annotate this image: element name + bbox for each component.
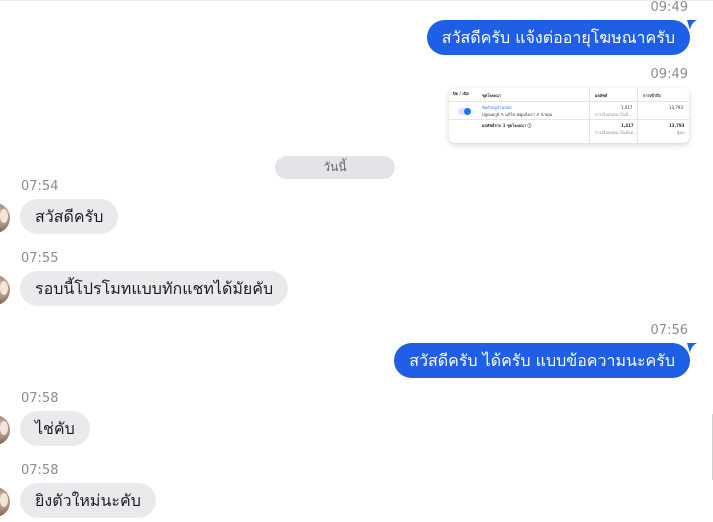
day-divider: วันนี้ [275, 156, 395, 179]
message-timestamp: 07:58 [21, 463, 59, 478]
header-divider [0, 0, 713, 1]
incoming-message[interactable]: สวัสดีครับ [20, 199, 119, 234]
contact-avatar[interactable] [0, 203, 10, 233]
incoming-message[interactable]: ยิงตัวใหม่นะคับ [20, 483, 156, 518]
thumb-results-1: 1,417 [621, 105, 633, 110]
thumb-results-1-sub: การเริ่มสนทนาในข้... [595, 112, 632, 117]
thumb-reach-2-sub: ผู้คน [677, 130, 685, 135]
bubble-tail-icon [687, 343, 697, 353]
thumb-col-adset: ชุดโฆษณา [482, 93, 502, 98]
thumb-reach-1: 13,793 [669, 105, 683, 110]
thumb-ad-tags: ปลูกผมกูมิ ✎ แก้ไข ⊞ดูแจ้งเร่า ✐ นำคุณ [482, 112, 553, 117]
thumb-reach-2: 13,793 [669, 123, 685, 128]
thumb-col-results: ผลลัพธ์ [595, 93, 608, 98]
message-timestamp: 07:56 [650, 323, 688, 338]
message-timestamp: 09:49 [650, 67, 688, 82]
outgoing-message[interactable]: สวัสดีครับ ได้ครับ แบบข้อความนะครับ [394, 343, 690, 378]
bubble-tail-icon [687, 20, 697, 30]
message-timestamp: 09:49 [650, 0, 688, 15]
thumb-col-toggle: ปิด / เปิด [453, 91, 469, 96]
thumb-results-2-sub: การเริ่มสนทนาในข้อค... [595, 130, 638, 135]
thumb-results-2: 1,417 [621, 123, 634, 128]
ad-toggle[interactable] [458, 108, 471, 115]
outgoing-message[interactable]: สวัสดีครับ แจ้งต่ออายุโฆษณาครับ [426, 20, 690, 55]
contact-avatar[interactable] [0, 275, 10, 305]
contact-avatar[interactable] [0, 415, 10, 445]
thumb-col-reach: การเข้าถึง [643, 93, 661, 98]
screenshot-attachment[interactable]: ปิด / เปิด ชุดโฆษณา ผลลัพธ์ การเข้าถึง ซ… [449, 88, 689, 143]
message-timestamp: 07:58 [21, 391, 59, 406]
incoming-message[interactable]: ไช่คับ [20, 411, 90, 446]
incoming-message[interactable]: รอบนี้โปรโมทแบบทักแชทได้มัยคับ [20, 271, 289, 306]
thumb-ad-name[interactable]: ซ้อตัวหรูบ้านลอส [482, 105, 512, 110]
message-timestamp: 07:54 [21, 179, 59, 194]
thumb-total-label: ผลลัพธ์จาก 1 ชุดโฆษณา ⓘ [482, 123, 532, 128]
chat-thread: 09:49 สวัสดีครับ แจ้งต่ออายุโฆษณาครับ 09… [0, 0, 713, 522]
contact-avatar[interactable] [0, 487, 10, 517]
message-timestamp: 07:55 [21, 251, 59, 266]
